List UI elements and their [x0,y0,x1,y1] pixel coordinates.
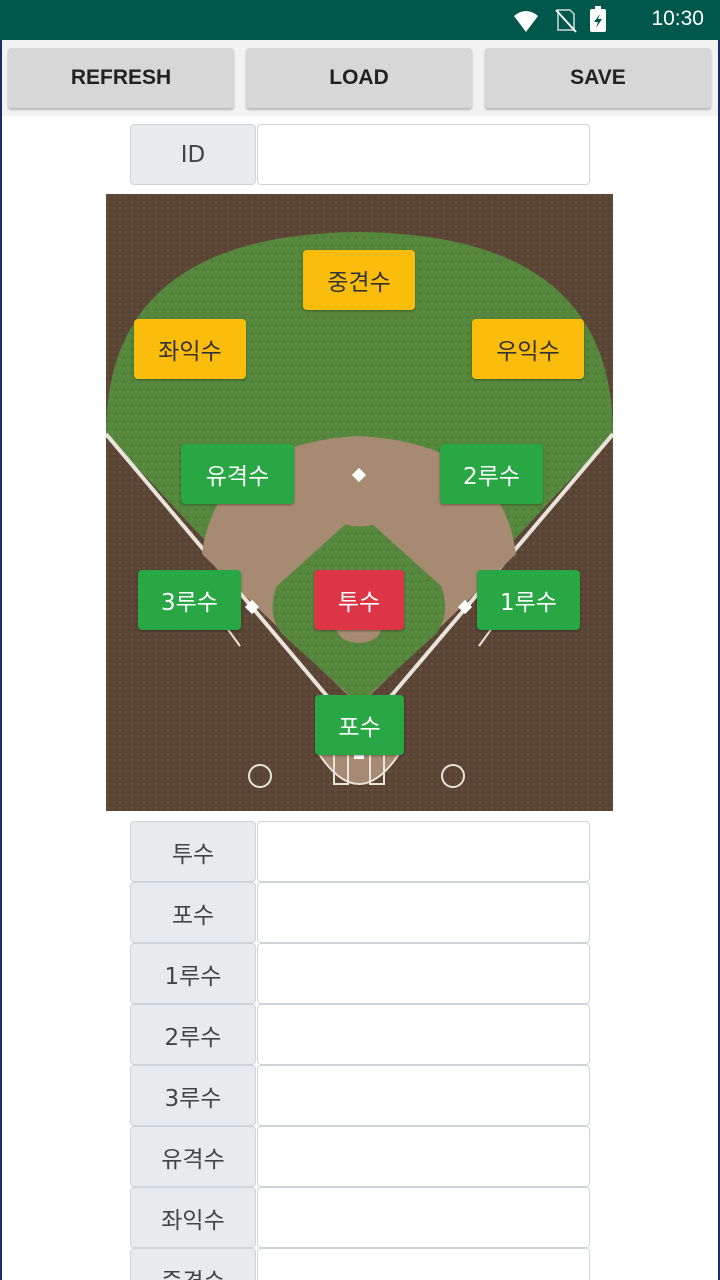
wifi-icon [514,11,538,32]
position-catcher[interactable]: 포수 [315,695,404,755]
roster-row: 유격수 [130,1126,590,1187]
shortstop-input[interactable] [257,1126,590,1187]
roster-label: 투수 [130,821,256,882]
position-pitcher[interactable]: 투수 [314,570,404,630]
pitcher-input[interactable] [257,821,590,882]
third-base-input[interactable] [257,1065,590,1126]
roster-label: 유격수 [130,1126,256,1187]
roster-label: 2루수 [130,1004,256,1065]
position-right-field[interactable]: 우익수 [472,319,584,379]
refresh-button[interactable]: REFRESH [8,48,234,108]
roster-row: 좌익수 [130,1187,590,1248]
roster-row: 2루수 [130,1004,590,1065]
save-button[interactable]: SAVE [485,48,711,108]
position-center-field[interactable]: 중견수 [303,250,415,310]
position-second-base[interactable]: 2루수 [440,444,543,504]
battery-icon [590,6,606,32]
catcher-input[interactable] [257,882,590,943]
roster-label: 1루수 [130,943,256,1004]
id-input[interactable] [257,124,590,185]
left-field-input[interactable] [257,1187,590,1248]
no-sim-icon [555,9,577,33]
roster-row: 포수 [130,882,590,943]
status-time: 10:30 [651,7,704,30]
toolbar: REFRESH LOAD SAVE [0,40,720,116]
position-left-field[interactable]: 좌익수 [134,319,246,379]
position-third-base[interactable]: 3루수 [138,570,241,630]
position-shortstop[interactable]: 유격수 [181,444,294,504]
second-base-input[interactable] [257,1004,590,1065]
left-border [0,40,2,1280]
baseball-field: 중견수 좌익수 우익수 유격수 2루수 3루수 투수 1루수 포수 [106,194,613,811]
status-icons [514,6,606,33]
first-base-input[interactable] [257,943,590,1004]
roster-label: 포수 [130,882,256,943]
roster-row: 3루수 [130,1065,590,1126]
position-first-base[interactable]: 1루수 [477,570,580,630]
roster-label: 3루수 [130,1065,256,1126]
roster-row: 투수 [130,821,590,882]
load-button[interactable]: LOAD [246,48,472,108]
roster-row: 중견수 [130,1248,590,1280]
id-label: ID [130,124,256,185]
id-row: ID [130,124,590,185]
roster-row: 1루수 [130,943,590,1004]
center-field-input[interactable] [257,1248,590,1280]
status-bar: 10:30 [0,0,720,40]
roster-label: 중견수 [130,1248,256,1280]
roster-label: 좌익수 [130,1187,256,1248]
